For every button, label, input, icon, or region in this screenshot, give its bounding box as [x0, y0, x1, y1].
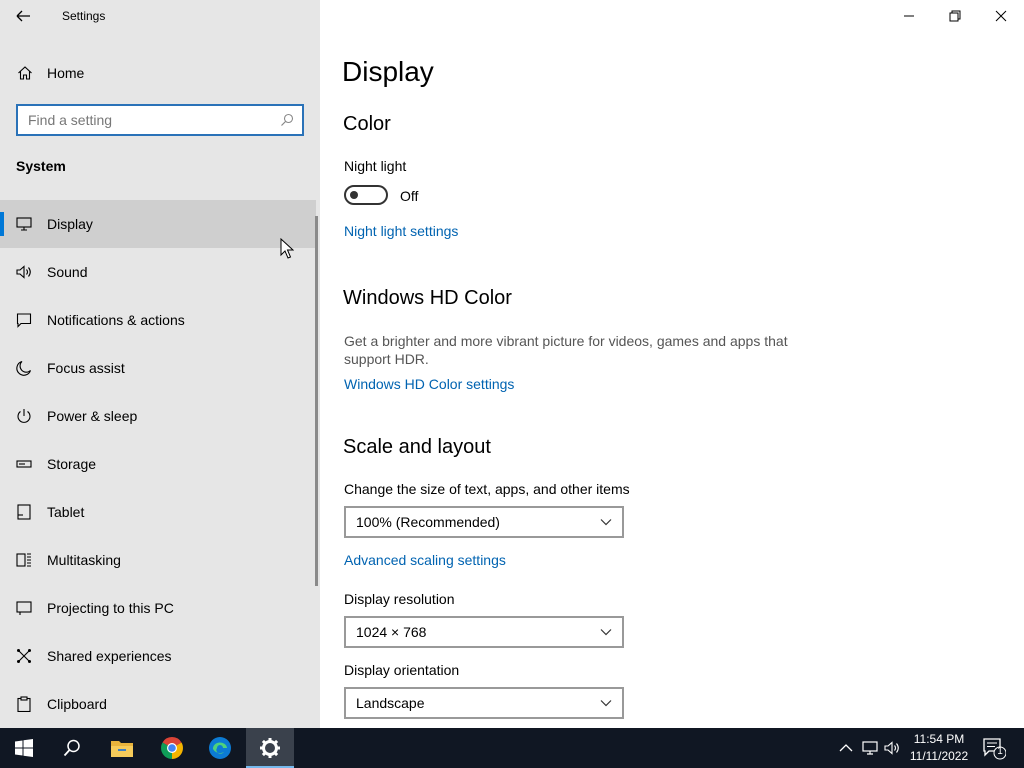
hdr-settings-link[interactable]: Windows HD Color settings: [344, 376, 514, 392]
sidebar-item-label: Display: [47, 216, 93, 232]
sidebar-item-label: Tablet: [47, 504, 85, 520]
action-center-button[interactable]: 1: [980, 736, 1007, 760]
sidebar-item-label: Power & sleep: [47, 408, 138, 424]
taskbar-search-button[interactable]: [48, 728, 96, 768]
sidebar-item-label: Clipboard: [47, 696, 107, 712]
chevron-down-icon: [600, 629, 612, 636]
orientation-dropdown[interactable]: Landscape: [344, 687, 624, 719]
settings-icon: [260, 738, 280, 758]
sidebar-item-display[interactable]: Display: [0, 200, 316, 248]
notification-icon: [16, 313, 32, 328]
sidebar: Settings Home System Display Sound: [0, 0, 320, 728]
edge-button[interactable]: [196, 728, 244, 768]
orientation-value: Landscape: [356, 695, 425, 711]
back-arrow-icon: [16, 10, 30, 22]
chevron-down-icon: [600, 700, 612, 707]
chevron-down-icon: [600, 519, 612, 526]
home-icon: [18, 66, 32, 80]
volume-icon[interactable]: [884, 740, 900, 756]
resolution-dropdown[interactable]: 1024 × 768: [344, 616, 624, 648]
edge-icon: [209, 737, 231, 759]
section-title: System: [16, 158, 66, 174]
page-title: Display: [342, 56, 434, 87]
resolution-value: 1024 × 768: [356, 624, 427, 640]
sidebar-item-multitasking[interactable]: Multitasking: [0, 536, 316, 584]
sidebar-item-focus-assist[interactable]: Focus assist: [0, 344, 316, 392]
chrome-icon: [161, 737, 183, 759]
clipboard-icon: [17, 696, 31, 712]
sidebar-item-clipboard[interactable]: Clipboard: [0, 680, 316, 728]
clock-date: 11/11/2022: [909, 749, 969, 763]
resolution-label: Display resolution: [344, 591, 455, 607]
start-icon: [15, 739, 33, 757]
color-heading: Color: [343, 113, 391, 135]
sidebar-item-label: Notifications & actions: [47, 312, 185, 328]
system-nav: Display Sound Notifications & actions Fo…: [0, 200, 316, 728]
sidebar-item-notifications[interactable]: Notifications & actions: [0, 296, 316, 344]
back-button[interactable]: [14, 7, 34, 25]
hdr-heading: Windows HD Color: [343, 287, 512, 309]
sidebar-item-tablet[interactable]: Tablet: [0, 488, 316, 536]
file-explorer-icon: [111, 741, 133, 757]
monitor-icon: [16, 217, 32, 231]
sidebar-item-sound[interactable]: Sound: [0, 248, 316, 296]
orientation-label: Display orientation: [344, 662, 460, 678]
advanced-scaling-link[interactable]: Advanced scaling settings: [344, 552, 506, 568]
shared-icon: [17, 649, 31, 663]
storage-icon: [16, 460, 32, 468]
sidebar-item-power-sleep[interactable]: Power & sleep: [0, 392, 316, 440]
search-icon: [63, 739, 80, 757]
sidebar-item-label: Shared experiences: [47, 648, 172, 664]
search-input[interactable]: [28, 111, 268, 129]
sidebar-scrollbar[interactable]: [315, 216, 318, 586]
taskbar: 11:54 PM 11/11/2022 1: [0, 728, 1024, 768]
scale-heading: Scale and layout: [343, 436, 491, 458]
projecting-icon: [16, 601, 32, 615]
sidebar-item-shared-experiences[interactable]: Shared experiences: [0, 632, 316, 680]
toggle-knob: [350, 191, 358, 199]
network-icon[interactable]: [862, 740, 878, 756]
sidebar-item-label: Projecting to this PC: [47, 600, 174, 616]
night-light-label: Night light: [344, 158, 407, 174]
power-icon: [17, 409, 31, 423]
night-light-toggle[interactable]: [344, 185, 388, 205]
tablet-icon: [17, 504, 31, 520]
home-label: Home: [47, 65, 85, 81]
moon-icon: [16, 360, 32, 376]
size-label: Change the size of text, apps, and other…: [344, 481, 630, 497]
search-icon[interactable]: [280, 113, 294, 127]
multitasking-icon: [16, 553, 31, 567]
taskbar-clock[interactable]: 11:54 PM 11/11/2022: [900, 731, 978, 765]
search-box[interactable]: [16, 104, 304, 136]
sidebar-item-projecting[interactable]: Projecting to this PC: [0, 584, 316, 632]
window-title: Settings: [62, 9, 106, 23]
sidebar-item-label: Storage: [47, 456, 97, 472]
main-content: Display Color Night light Off Night ligh…: [320, 0, 1024, 728]
scale-value: 100% (Recommended): [356, 514, 500, 530]
hdr-description: Get a brighter and more vibrant picture …: [344, 333, 788, 367]
sidebar-item-label: Focus assist: [47, 360, 125, 376]
start-button[interactable]: [0, 728, 48, 768]
mouse-cursor-icon: [280, 238, 294, 259]
show-hidden-icons-icon[interactable]: [838, 740, 854, 756]
night-light-settings-link[interactable]: Night light settings: [344, 223, 458, 239]
chrome-button[interactable]: [148, 728, 196, 768]
home-nav-item[interactable]: Home: [0, 56, 320, 90]
sidebar-item-storage[interactable]: Storage: [0, 440, 316, 488]
sidebar-item-label: Sound: [47, 264, 88, 280]
scale-dropdown[interactable]: 100% (Recommended): [344, 506, 624, 538]
speaker-icon: [16, 265, 31, 279]
sidebar-item-label: Multitasking: [47, 552, 121, 568]
night-light-state: Off: [400, 188, 419, 204]
notification-count-badge: 1: [997, 746, 1003, 757]
clock-time: 11:54 PM: [913, 732, 965, 746]
settings-taskbar-button[interactable]: [246, 728, 294, 768]
file-explorer-button[interactable]: [98, 728, 146, 768]
